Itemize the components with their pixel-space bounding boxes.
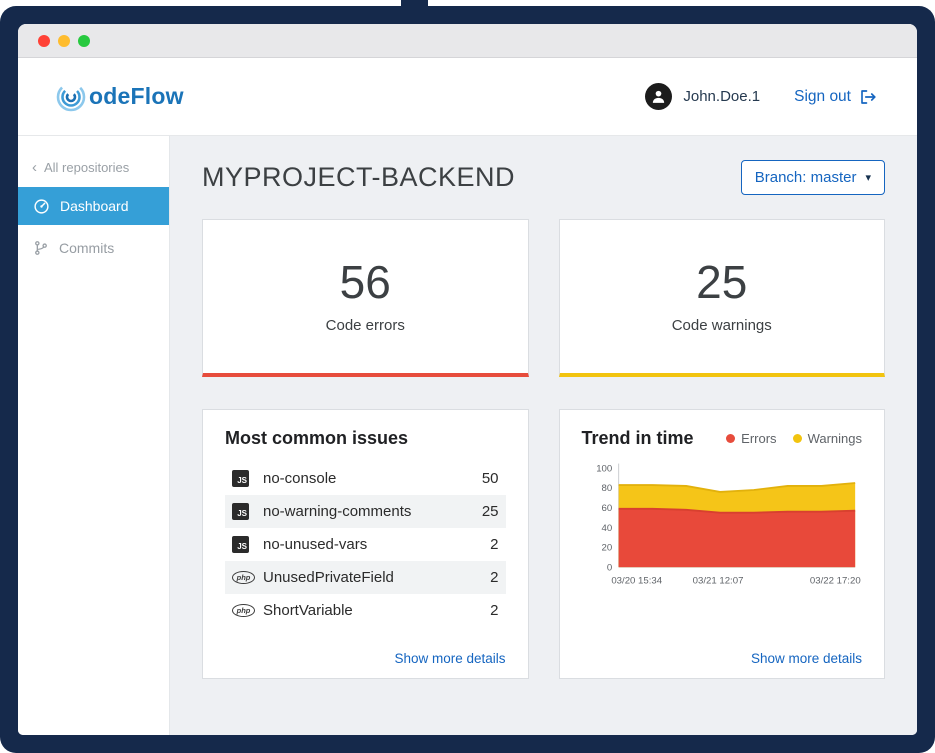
sidebar-item-commits[interactable]: Commits [18,229,169,267]
sign-out-icon [859,88,877,106]
issue-count: 50 [482,470,499,487]
sidebar-item-dashboard[interactable]: Dashboard [18,187,169,225]
svg-text:03/22 17:20: 03/22 17:20 [809,576,860,587]
chevron-down-icon: ▾ [865,171,871,184]
sidebar-item-label: Commits [59,240,114,256]
dashboard-icon [33,198,50,215]
svg-text:40: 40 [601,523,612,534]
stat-card-code-warnings: 25 Code warnings [559,219,886,377]
svg-text:20: 20 [601,543,612,554]
close-button[interactable] [38,35,50,47]
issue-row: phpUnusedPrivateField2 [225,561,506,594]
php-icon: php [232,604,263,617]
issue-name: ShortVariable [263,602,490,619]
issue-name: no-console [263,470,482,487]
issue-row: JSno-unused-vars2 [225,528,506,561]
svg-text:03/20 15:34: 03/20 15:34 [611,576,662,587]
app-header: odeFlow John.Doe.1 Sign out [18,58,917,136]
trend-show-more-link[interactable]: Show more details [582,641,863,666]
logo-text: odeFlow [89,83,184,110]
svg-text:60: 60 [601,503,612,514]
user-name: John.Doe.1 [683,88,760,105]
sidebar-back-label: All repositories [44,160,129,175]
trend-area-chart: 0 20 40 60 80 100 03/20 15:34 03/21 12:07 03/22 … [582,459,863,598]
git-branch-icon [33,240,49,256]
js-icon: JS [232,470,263,487]
window-titlebar [18,24,917,58]
issue-count: 2 [490,602,498,619]
legend-item-errors: Errors [726,431,776,446]
page-title: MYPROJECT-BACKEND [202,162,515,193]
main-content: MYPROJECT-BACKEND Branch: master ▾ 56 Co… [170,136,917,735]
issues-list: JSno-console50JSno-warning-comments25JSn… [225,462,506,627]
issues-show-more-link[interactable]: Show more details [225,641,506,666]
warnings-dot-icon [793,434,802,443]
issue-row: phpShortVariable2 [225,594,506,627]
js-icon: JS [232,503,263,520]
branch-selector-label: Branch: master [755,169,857,186]
app-window: odeFlow John.Doe.1 Sign out [18,24,917,735]
sidebar-item-label: Dashboard [60,198,129,214]
trend-in-time-panel: Trend in time Errors Warnings [559,409,886,679]
codeflow-logo[interactable]: odeFlow [54,80,184,114]
js-icon: JS [232,536,263,553]
maximize-button[interactable] [78,35,90,47]
codeflow-logo-icon [54,80,88,114]
chevron-left-icon: ‹ [32,160,37,175]
issue-count: 2 [490,536,498,553]
svg-text:80: 80 [601,483,612,494]
user-avatar-icon [645,83,672,110]
issue-count: 25 [482,503,499,520]
issue-name: no-warning-comments [263,503,482,520]
panel-title: Trend in time [582,428,694,449]
branch-selector-button[interactable]: Branch: master ▾ [741,160,885,195]
sign-out-label: Sign out [794,88,851,106]
issue-name: UnusedPrivateField [263,569,490,586]
minimize-button[interactable] [58,35,70,47]
trend-chart-container: 0 20 40 60 80 100 03/20 15:34 03/21 12:07 03/22 … [582,459,863,598]
stat-label: Code errors [326,317,405,334]
chart-legend: Errors Warnings [726,431,862,446]
stat-card-code-errors: 56 Code errors [202,219,529,377]
sidebar-back-all-repositories[interactable]: ‹ All repositories [18,152,169,183]
svg-text:100: 100 [596,463,612,474]
svg-text:0: 0 [606,562,611,573]
issue-count: 2 [490,569,498,586]
issue-row: JSno-console50 [225,462,506,495]
stat-value: 25 [696,259,747,305]
issue-name: no-unused-vars [263,536,490,553]
stat-value: 56 [340,259,391,305]
sign-out-button[interactable]: Sign out [794,88,877,106]
most-common-issues-panel: Most common issues JSno-console50JSno-wa… [202,409,529,679]
issue-row: JSno-warning-comments25 [225,495,506,528]
legend-label: Errors [741,431,776,446]
svg-text:03/21 12:07: 03/21 12:07 [692,576,743,587]
errors-dot-icon [726,434,735,443]
panel-title: Most common issues [225,428,506,449]
legend-label: Warnings [808,431,862,446]
user-menu[interactable]: John.Doe.1 [645,83,760,110]
php-icon: php [232,571,263,584]
sidebar: ‹ All repositories Dashboard [18,136,170,735]
legend-item-warnings: Warnings [793,431,862,446]
stat-label: Code warnings [672,317,772,334]
